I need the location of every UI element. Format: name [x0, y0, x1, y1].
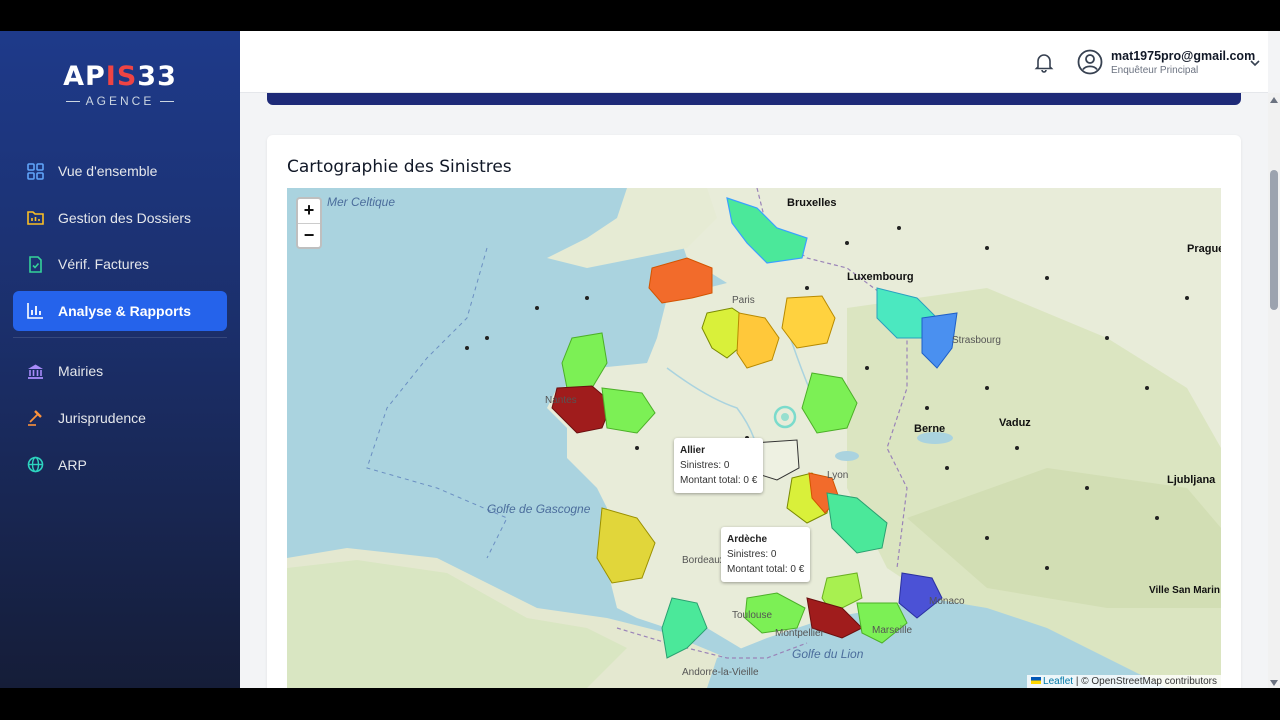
map-label-nantes: Nantes: [545, 395, 577, 406]
globe-icon: [26, 456, 44, 474]
tooltip-montant: Montant total: 0 €: [680, 475, 758, 486]
scroll-thumb[interactable]: [1270, 170, 1278, 310]
map-label-celtique: Mer Celtique: [327, 195, 395, 209]
map-label-prague: Prague: [1187, 243, 1221, 255]
map-label-marseille: Marseille: [872, 625, 912, 636]
top-header: mat1975pro@gmail.com Enquêteur Principal: [240, 31, 1268, 93]
map-label-strasbourg: Strasbourg: [952, 335, 1001, 346]
sidebar-item-label: ARP: [58, 456, 87, 473]
sidebar-item-label: Vérif. Factures: [58, 256, 150, 273]
map-label-montpellier: Montpellier: [775, 628, 825, 639]
app-logo[interactable]: APIS33 AGENCE: [0, 61, 240, 108]
file-check-icon: [26, 255, 44, 273]
scroll-up-arrow-icon[interactable]: [1270, 97, 1278, 103]
map-label-lion: Golfe du Lion: [792, 647, 864, 661]
app-window: APIS33 AGENCE Vue d'ensemble Gestion des…: [0, 31, 1280, 688]
folder-chart-icon: [26, 209, 44, 227]
sidebar-item-jurisprudence[interactable]: Jurisprudence: [13, 398, 227, 438]
card-title: Cartographie des Sinistres: [287, 157, 512, 177]
tooltip-sinistres: Sinistres: 0: [680, 460, 730, 471]
zoom-control: + −: [296, 197, 322, 249]
tooltip-montant: Montant total: 0 €: [727, 564, 805, 575]
map-label-paris: Paris: [732, 295, 755, 306]
logo-subtitle: AGENCE: [0, 94, 240, 108]
map-label-luxembourg: Luxembourg: [847, 271, 914, 283]
screen-top-letterbox: [0, 0, 1280, 31]
tooltip-title: Allier: [680, 445, 706, 456]
notification-bell-icon[interactable]: [1033, 51, 1055, 73]
user-email[interactable]: mat1975pro@gmail.com: [1111, 49, 1255, 63]
sidebar-item-label: Mairies: [58, 363, 104, 380]
map-label-gascogne: Golfe de Gascogne: [487, 502, 591, 516]
map-label-bordeaux: Bordeaux: [682, 555, 725, 566]
map-label-sanmarin: Ville San Marin: [1149, 585, 1220, 596]
tooltip-title: Ardèche: [727, 534, 768, 545]
gavel-icon: [26, 409, 44, 427]
page-scrollbar[interactable]: [1268, 93, 1280, 688]
bank-icon: [26, 362, 44, 380]
user-avatar-icon[interactable]: [1077, 49, 1103, 75]
sidebar-item-label: Gestion des Dossiers: [58, 209, 192, 226]
zoom-out-button[interactable]: −: [298, 223, 320, 247]
map-label-andorre: Andorre-la-Vieille: [682, 667, 759, 678]
tooltip-sinistres: Sinistres: 0: [727, 549, 777, 560]
sidebar-nav: Vue d'ensemble Gestion des Dossiers Véri…: [13, 151, 227, 491]
screen-bottom-letterbox: [0, 688, 1280, 720]
map-label-lyon: Lyon: [827, 470, 848, 481]
map-label-vaduz: Vaduz: [999, 417, 1031, 429]
bar-chart-icon: [26, 302, 44, 320]
leaflet-flag-icon: [1031, 677, 1042, 684]
grid-icon: [26, 162, 44, 180]
sidebar-item-label: Jurisprudence: [58, 409, 146, 426]
leaflet-link[interactable]: Leaflet: [1043, 676, 1073, 687]
zoom-in-button[interactable]: +: [298, 199, 320, 223]
map-label-ljubljana: Ljubljana: [1167, 474, 1216, 486]
sidebar-divider: [13, 337, 227, 339]
sidebar-item-gestion-dossiers[interactable]: Gestion des Dossiers: [13, 198, 227, 238]
map-label-toulouse: Toulouse: [732, 610, 772, 621]
map-label-berne: Berne: [914, 423, 945, 435]
scroll-down-arrow-icon[interactable]: [1270, 680, 1278, 686]
map-card: Cartographie des Sinistres Mer Celtique …: [267, 135, 1241, 688]
osm-attribution[interactable]: | © OpenStreetMap contributors: [1073, 676, 1217, 687]
chevron-down-icon[interactable]: [1248, 56, 1262, 70]
previous-card-footer: [267, 93, 1241, 105]
sidebar-item-verif-factures[interactable]: Vérif. Factures: [13, 244, 227, 284]
sidebar-item-vue-ensemble[interactable]: Vue d'ensemble: [13, 151, 227, 191]
map-label-bruxelles: Bruxelles: [787, 197, 837, 209]
map-tooltip-allier: Allier Sinistres: 0 Montant total: 0 €: [674, 438, 764, 493]
leaflet-map[interactable]: Mer Celtique Golfe de Gascogne Golfe du …: [287, 188, 1221, 688]
map-attribution: Leaflet | © OpenStreetMap contributors: [1027, 675, 1221, 688]
logo-wordmark: APIS33: [63, 61, 177, 92]
map-label-monaco: Monaco: [929, 596, 965, 607]
sidebar-item-label: Analyse & Rapports: [58, 302, 192, 319]
user-role: Enquêteur Principal: [1111, 65, 1199, 76]
map-tooltip-ardeche: Ardèche Sinistres: 0 Montant total: 0 €: [721, 527, 811, 582]
sidebar-item-label: Vue d'ensemble: [58, 163, 158, 179]
sidebar-item-mairies[interactable]: Mairies: [13, 351, 227, 391]
sidebar: APIS33 AGENCE Vue d'ensemble Gestion des…: [0, 31, 240, 688]
sidebar-item-analyse-rapports[interactable]: Analyse & Rapports: [13, 290, 227, 331]
sidebar-item-arp[interactable]: ARP: [13, 445, 227, 485]
